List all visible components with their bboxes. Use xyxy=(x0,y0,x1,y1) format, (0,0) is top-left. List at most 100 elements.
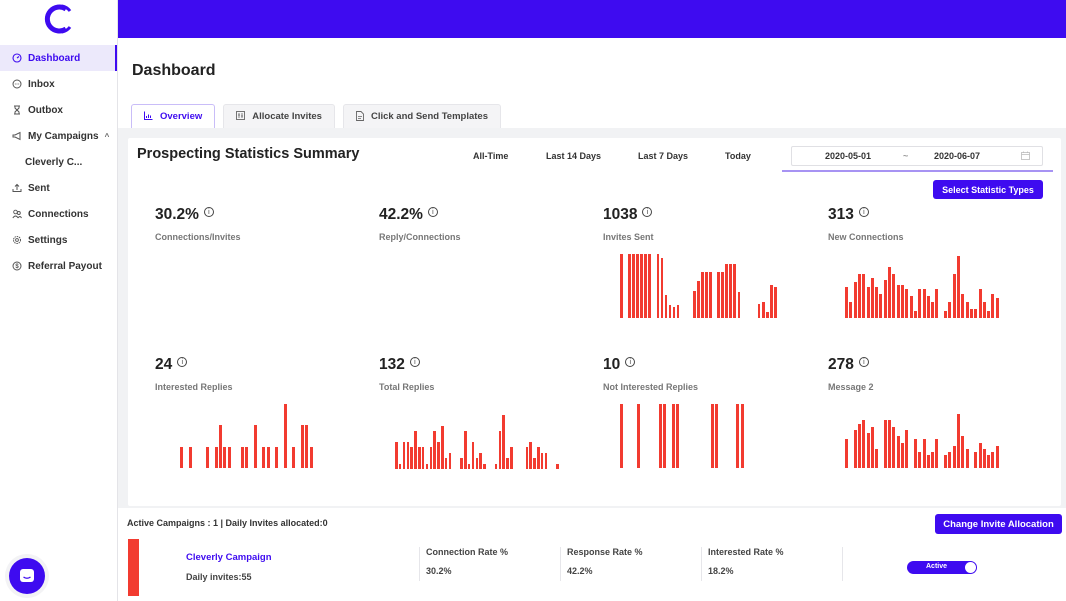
chart-bar xyxy=(506,458,509,469)
tabs: Overview Allocate Invites Click and Send… xyxy=(131,104,501,128)
stats-area: Prospecting Statistics Summary All-Time … xyxy=(118,128,1066,508)
campaign-name-link[interactable]: Cleverly Campaign xyxy=(186,552,272,563)
info-icon[interactable]: i xyxy=(177,357,188,367)
chart-bar xyxy=(464,431,467,469)
sidebar-item-my-campaigns[interactable]: My Campaigns ^ xyxy=(0,123,117,149)
metric-message-2: 278 i Message 2 xyxy=(828,356,1028,392)
chart-total-replies xyxy=(395,415,560,469)
chevron-up-icon[interactable]: ^ xyxy=(105,132,110,141)
sidebar-item-referral-payout[interactable]: $ Referral Payout xyxy=(0,253,117,279)
chart-bar xyxy=(628,254,631,318)
chart-bar xyxy=(701,272,704,318)
chart-bar xyxy=(672,307,676,318)
interested-rate-value: 18.2% xyxy=(708,566,734,576)
chart-bar xyxy=(978,288,982,318)
chart-bar xyxy=(982,448,986,468)
range-last-7-days[interactable]: Last 7 Days xyxy=(638,151,725,161)
date-separator: ~ xyxy=(903,151,909,161)
sidebar-item-sent[interactable]: Sent xyxy=(0,175,117,201)
chart-bar xyxy=(448,452,452,469)
date-to[interactable]: 2020-06-07 xyxy=(934,151,980,161)
info-icon[interactable]: i xyxy=(203,207,214,217)
date-range-picker[interactable]: 2020-05-01 ~ 2020-06-07 xyxy=(791,146,1043,166)
stats-card: Prospecting Statistics Summary All-Time … xyxy=(128,138,1061,506)
chat-widget-button[interactable] xyxy=(9,558,45,594)
sidebar-item-settings[interactable]: Settings xyxy=(0,227,117,253)
chart-bar xyxy=(875,448,879,468)
metric-value: 278 xyxy=(828,356,854,373)
change-invite-allocation-button[interactable]: Change Invite Allocation xyxy=(935,514,1062,534)
chart-bar xyxy=(995,297,999,318)
tab-allocate-invites[interactable]: Allocate Invites xyxy=(223,104,335,128)
tab-click-and-send-templates[interactable]: Click and Send Templates xyxy=(342,104,501,128)
chart-bar xyxy=(761,302,765,318)
chart-bar xyxy=(266,446,270,468)
sidebar-item-outbox[interactable]: Outbox xyxy=(0,97,117,123)
chart-bar xyxy=(862,274,866,318)
chart-bar xyxy=(223,446,227,468)
chart-bar xyxy=(460,458,463,469)
chart-bar xyxy=(676,305,680,318)
range-today[interactable]: Today xyxy=(725,151,751,161)
chat-icon xyxy=(20,569,34,582)
calendar-icon[interactable] xyxy=(1021,151,1030,162)
chart-bar xyxy=(892,426,896,468)
chart-bar xyxy=(483,463,486,469)
metric-invites-sent: 1038 i Invites Sent xyxy=(603,206,803,242)
chart-bar xyxy=(421,447,425,469)
sidebar-item-inbox[interactable]: Inbox xyxy=(0,71,117,97)
chart-bar xyxy=(729,263,733,318)
range-all-time[interactable]: All-Time xyxy=(473,151,546,161)
chart-bar xyxy=(948,301,952,318)
chart-bar xyxy=(995,445,999,468)
toggle-label: Active xyxy=(926,563,948,570)
chart-bar xyxy=(533,458,536,469)
chart-bar xyxy=(918,288,922,318)
metric-interested-replies: 24 i Interested Replies xyxy=(155,356,355,392)
tab-overview[interactable]: Overview xyxy=(131,104,216,128)
metric-value: 132 xyxy=(379,356,405,373)
date-from[interactable]: 2020-05-01 xyxy=(825,151,871,161)
campaign-active-toggle[interactable]: Active xyxy=(907,561,977,574)
chart-bar xyxy=(892,274,896,318)
sidebar-item-cleverly-campaign[interactable]: Cleverly C... xyxy=(0,149,117,175)
chart-bar xyxy=(948,452,952,468)
document-icon xyxy=(356,110,364,123)
info-icon[interactable]: i xyxy=(409,357,420,367)
range-last-14-days[interactable]: Last 14 Days xyxy=(546,151,638,161)
info-icon[interactable]: i xyxy=(858,207,869,217)
info-icon[interactable]: i xyxy=(625,357,636,367)
logo[interactable] xyxy=(0,0,117,38)
chart-bar xyxy=(875,287,879,318)
chart-bar xyxy=(888,266,892,318)
sidebar-nav: Dashboard Inbox Outbox My Campaigns ^ Cl… xyxy=(0,45,117,279)
chart-bar xyxy=(905,429,909,468)
chart-bar xyxy=(935,288,939,318)
megaphone-icon xyxy=(11,131,22,142)
chart-bar xyxy=(845,439,848,468)
chart-bar xyxy=(676,404,679,468)
info-icon[interactable]: i xyxy=(642,207,653,217)
chart-bar xyxy=(498,431,502,469)
info-icon[interactable]: i xyxy=(427,207,438,217)
chart-bar xyxy=(733,263,737,318)
chart-bar xyxy=(935,439,939,468)
sidebar-item-label: Connections xyxy=(28,208,89,220)
chart-bar xyxy=(410,447,413,469)
chart-bar xyxy=(737,292,741,318)
chat-bubble-icon xyxy=(11,79,22,90)
chart-bar xyxy=(926,296,930,318)
chart-bar xyxy=(636,254,639,318)
chart-bar xyxy=(537,447,540,469)
sidebar-item-dashboard[interactable]: Dashboard xyxy=(0,45,117,71)
chart-bar xyxy=(857,423,861,468)
bar-chart-icon xyxy=(144,111,153,122)
select-statistic-types-button[interactable]: Select Statistic Types xyxy=(933,180,1043,199)
chart-bar xyxy=(214,446,218,468)
chart-bar xyxy=(952,274,956,318)
info-icon[interactable]: i xyxy=(858,357,869,367)
chart-bar xyxy=(309,446,313,468)
sidebar-item-connections[interactable]: Connections xyxy=(0,201,117,227)
sidebar-item-label: My Campaigns xyxy=(28,130,99,142)
metric-label: Not Interested Replies xyxy=(603,382,699,392)
